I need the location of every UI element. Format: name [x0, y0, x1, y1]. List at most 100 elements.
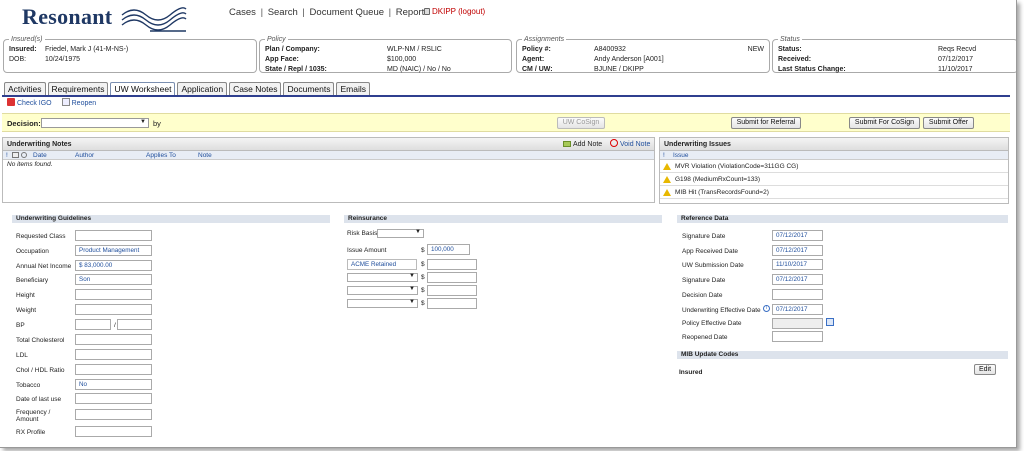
height-label: Height [16, 292, 35, 299]
beneficiary-field[interactable]: Son [75, 274, 152, 285]
uw-submission-date-label: UW Submission Date [682, 262, 744, 269]
weight-label: Weight [16, 307, 37, 314]
issue-amount-label: Issue Amount [347, 247, 387, 254]
tab-application[interactable]: Application [177, 82, 228, 95]
total-cholesterol-field[interactable] [75, 334, 152, 345]
reinsurer-amount-field[interactable] [427, 272, 477, 283]
requested-class-field[interactable] [75, 230, 152, 241]
bp-systolic-field[interactable] [75, 319, 111, 330]
attachment-icon [12, 152, 19, 158]
retained-amount-field[interactable] [427, 259, 477, 270]
state-repl-label: State / Repl / 1035: [265, 66, 327, 73]
tab-uw-worksheet[interactable]: UW Worksheet [110, 82, 176, 96]
signature-date-field[interactable]: 07/12/2017 [772, 230, 823, 241]
status-label: Status: [778, 46, 802, 53]
notes-col-date[interactable]: Date [33, 151, 47, 160]
tab-emails[interactable]: Emails [336, 82, 370, 95]
user-label: DKIPP (logout) [432, 7, 486, 16]
insured-box: Insured(s) Insured: Friedel, Mark J (41-M… [3, 36, 257, 73]
top-nav: Cases | Search | Document Queue | Report… [229, 7, 430, 18]
date-of-last-use-label: Date of last use [16, 396, 62, 403]
annual-net-income-label: Annual Net Income [16, 263, 72, 270]
date-of-last-use-field[interactable] [75, 393, 152, 404]
reopened-date-field[interactable] [772, 331, 823, 342]
tab-requirements[interactable]: Requirements [47, 82, 109, 95]
reinsurer-select[interactable]: ▼ [347, 273, 418, 282]
chevron-down-icon: ▼ [140, 119, 146, 125]
occupation-field[interactable]: Product Management [75, 245, 152, 256]
acme-retained-field[interactable]: ACME Retained [347, 259, 417, 270]
tab-case-notes[interactable]: Case Notes [229, 82, 282, 95]
decision-select[interactable]: ▼ [41, 118, 149, 128]
issue-row[interactable]: MVR Violation (ViolationCode=311GG CG) [660, 160, 1008, 173]
reinsurer-amount-field[interactable] [427, 298, 477, 309]
policy-effective-date-label: Policy Effective Date [682, 320, 742, 327]
tobacco-label: Tobacco [16, 382, 41, 389]
bp-label: BP [16, 322, 25, 329]
notes-col-applies-to[interactable]: Applies To [146, 151, 176, 160]
insured-label: Insured: [9, 46, 37, 53]
bp-separator: / [114, 322, 116, 329]
mib-insured-label: Insured [679, 369, 703, 376]
check-igo-button[interactable]: Check IGO [7, 98, 52, 107]
app-received-date-field[interactable]: 07/12/2017 [772, 245, 823, 256]
issue-row[interactable]: MIB Hit (TransRecordsFound=2) [660, 186, 1008, 199]
reinsurer-select[interactable]: ▼ [347, 299, 418, 308]
submit-referral-button[interactable]: Submit for Referral [731, 117, 801, 129]
cm-uw-label: CM / UW: [522, 66, 553, 73]
info-icon[interactable]: i [763, 305, 770, 312]
issue-row[interactable]: G198 (MediumRxCount=133) [660, 173, 1008, 186]
decision-label: Decision: [7, 119, 41, 128]
decision-date-field[interactable] [772, 289, 823, 300]
check-igo-label: Check IGO [17, 100, 52, 107]
underwriting-notes-panel: Underwriting Notes Add Note Void Note ! … [2, 137, 655, 203]
uw-submission-date-field[interactable]: 11/10/2017 [772, 259, 823, 270]
issue-amount-field[interactable]: 100,000 [427, 244, 470, 255]
chol-hdl-ratio-field[interactable] [75, 364, 152, 375]
decision-by-label: by [153, 119, 161, 128]
reopen-button[interactable]: Reopen [61, 98, 96, 107]
policy-effective-date-field[interactable] [772, 318, 823, 329]
height-field[interactable] [75, 289, 152, 300]
reopened-date-label: Reopened Date [682, 334, 728, 341]
signature-date-2-field[interactable]: 07/12/2017 [772, 274, 823, 285]
issues-col-issue[interactable]: Issue [673, 151, 689, 160]
ldl-field[interactable] [75, 349, 152, 360]
tab-activities[interactable]: Activities [4, 82, 46, 95]
calendar-icon[interactable] [826, 318, 834, 326]
requested-class-label: Requested Class [16, 233, 66, 240]
rx-profile-label: RX Profile [16, 429, 46, 436]
reinsurer-dollar: $ [421, 300, 425, 307]
uw-effective-date-field[interactable]: 07/12/2017 [772, 304, 823, 315]
risk-basis-select[interactable]: ▼ [377, 229, 424, 238]
notes-col-note[interactable]: Note [198, 151, 212, 160]
annual-net-income-field[interactable]: $ 83,000.00 [75, 260, 152, 271]
tab-underline [2, 95, 1010, 97]
tab-documents[interactable]: Documents [283, 82, 335, 95]
nav-document-queue[interactable]: Document Queue [310, 7, 384, 18]
user-logout-link[interactable]: DKIPP (logout) [424, 7, 485, 16]
submit-offer-button[interactable]: Submit Offer [923, 117, 974, 129]
frequency-amount-label: Frequency / Amount [16, 409, 51, 423]
uw-cosign-button[interactable]: UW CoSign [557, 117, 605, 129]
notes-col-author[interactable]: Author [75, 151, 94, 160]
tobacco-field[interactable]: No [75, 379, 152, 390]
issue-text: MVR Violation (ViolationCode=311GG CG) [675, 162, 799, 170]
nav-cases[interactable]: Cases [229, 7, 256, 18]
void-note-button[interactable]: Void Note [610, 138, 650, 151]
rx-profile-field[interactable] [75, 426, 152, 437]
reinsurer-amount-field[interactable] [427, 285, 477, 296]
frequency-amount-field[interactable] [75, 409, 152, 420]
edit-button[interactable]: Edit [974, 364, 996, 375]
insured-value: Friedel, Mark J (41-M-NS-) [45, 46, 129, 53]
reinsurer-select[interactable]: ▼ [347, 286, 418, 295]
status-icon [21, 152, 27, 158]
add-note-button[interactable]: Add Note [563, 138, 602, 151]
weight-field[interactable] [75, 304, 152, 315]
submit-for-cosign-button[interactable]: Submit For CoSign [849, 117, 920, 129]
nav-search[interactable]: Search [268, 7, 298, 18]
bp-diastolic-field[interactable] [117, 319, 152, 330]
total-cholesterol-label: Total Cholesterol [16, 337, 65, 344]
assignments-legend: Assignments [524, 36, 565, 43]
risk-basis-label: Risk Basis [347, 230, 378, 237]
